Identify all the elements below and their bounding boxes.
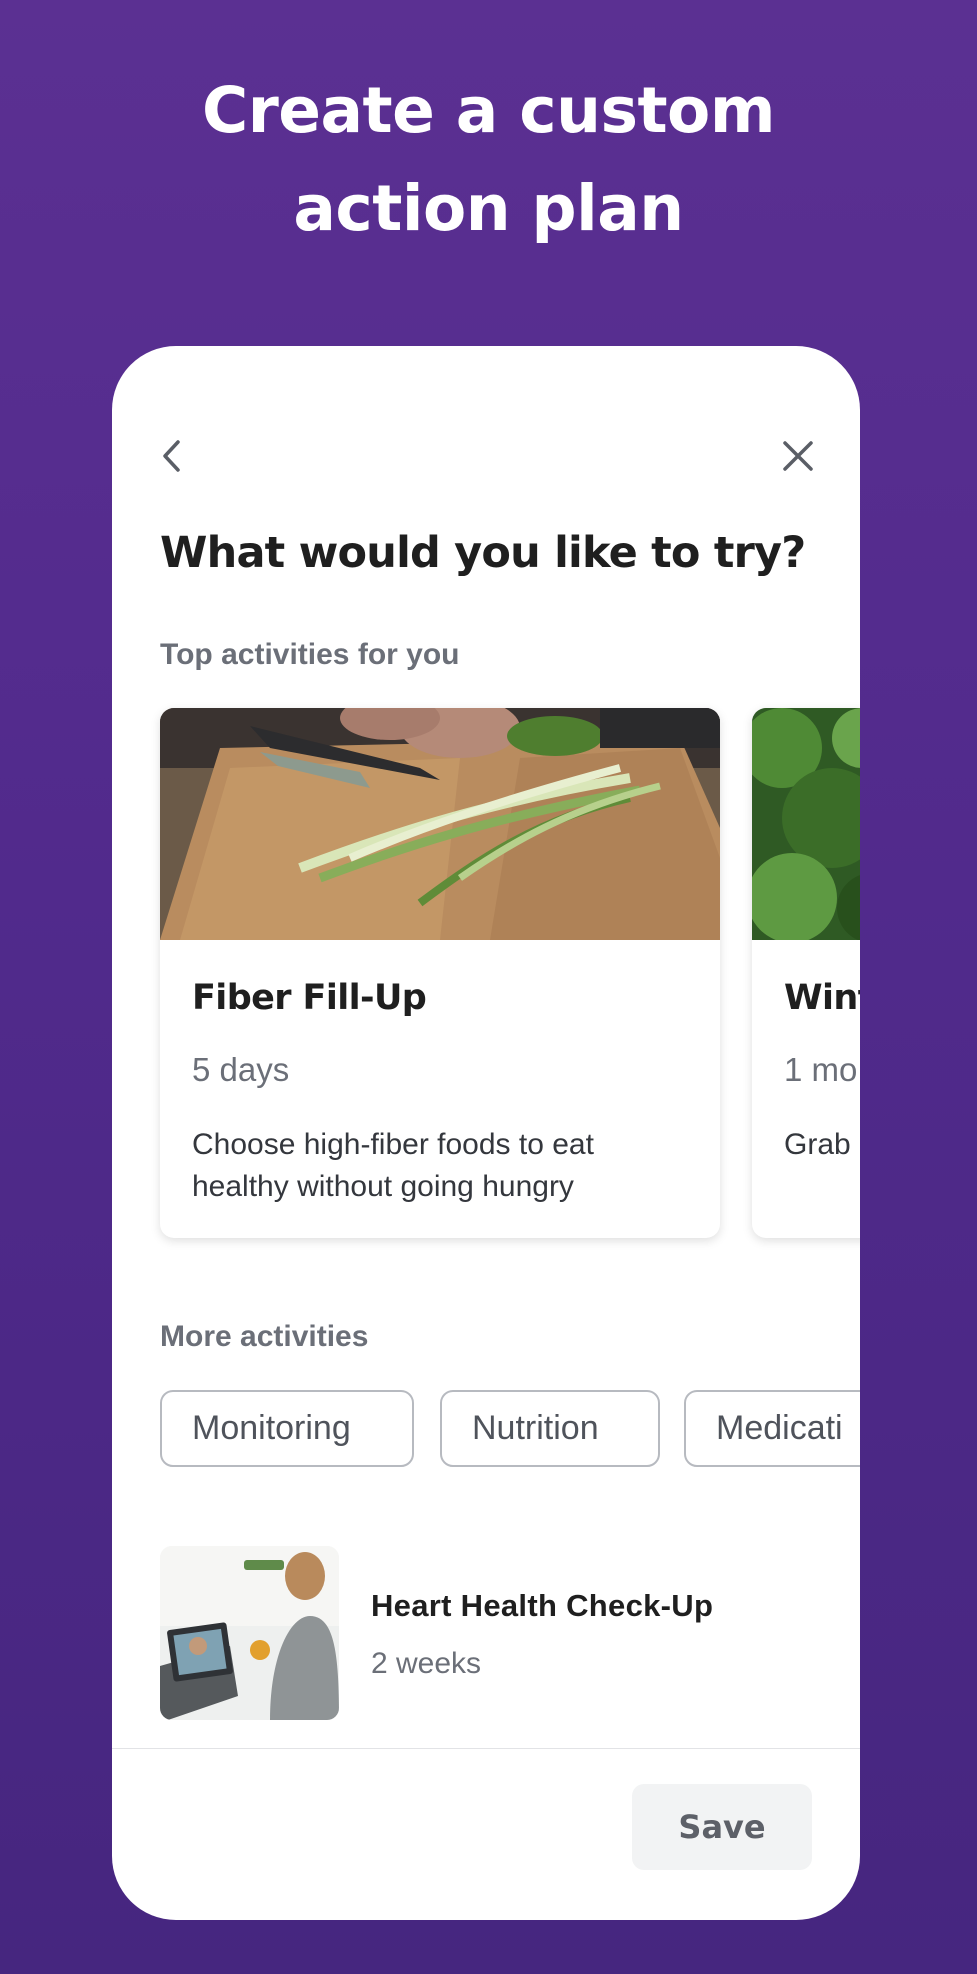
chip-monitoring[interactable]: Monitoring <box>160 1390 414 1467</box>
close-icon <box>783 441 813 471</box>
back-button[interactable] <box>146 430 198 482</box>
footer-divider <box>112 1748 860 1749</box>
card-duration: 1 mo <box>784 1051 858 1088</box>
activity-list-item[interactable]: Heart Health Check-Up 2 weeks <box>160 1546 820 1722</box>
headline-line-2: action plan <box>293 172 684 245</box>
card-duration: 5 days <box>192 1051 290 1088</box>
card-title: Fiber Fill-Up <box>192 978 427 1018</box>
cutting-vegetables-photo <box>160 708 720 940</box>
video-call-photo <box>160 1546 339 1720</box>
page-title: What would you like to try? <box>160 528 806 578</box>
activity-card-fiber-fill-up[interactable]: Fiber Fill-Up 5 days Choose high-fiber f… <box>160 708 720 1238</box>
save-button[interactable]: Save <box>632 1784 812 1870</box>
activity-filter-chips: Monitoring Nutrition Medicati <box>160 1390 860 1470</box>
headline-line-1: Create a custom <box>201 74 776 147</box>
chevron-left-icon <box>163 440 180 472</box>
phone-screen: What would you like to try? Top activiti… <box>112 346 860 1920</box>
leafy-greens-photo <box>752 708 860 940</box>
top-activities-label: Top activities for you <box>160 638 460 671</box>
more-activities-label: More activities <box>160 1320 369 1353</box>
close-button[interactable] <box>772 430 824 482</box>
chip-nutrition[interactable]: Nutrition <box>440 1390 660 1467</box>
list-item-duration: 2 weeks <box>371 1647 482 1680</box>
page-headline: Create a custom action plan <box>0 62 977 258</box>
card-description: Choose high-fiber foods to eat healthy w… <box>192 1128 594 1203</box>
card-description: Grab groce <box>784 1128 860 1161</box>
list-item-title: Heart Health Check-Up <box>371 1588 714 1623</box>
activity-card-wint[interactable]: Wint 1 mo Grab groce <box>752 708 860 1238</box>
card-title: Wint <box>784 978 860 1018</box>
chip-medications[interactable]: Medicati <box>684 1390 860 1467</box>
